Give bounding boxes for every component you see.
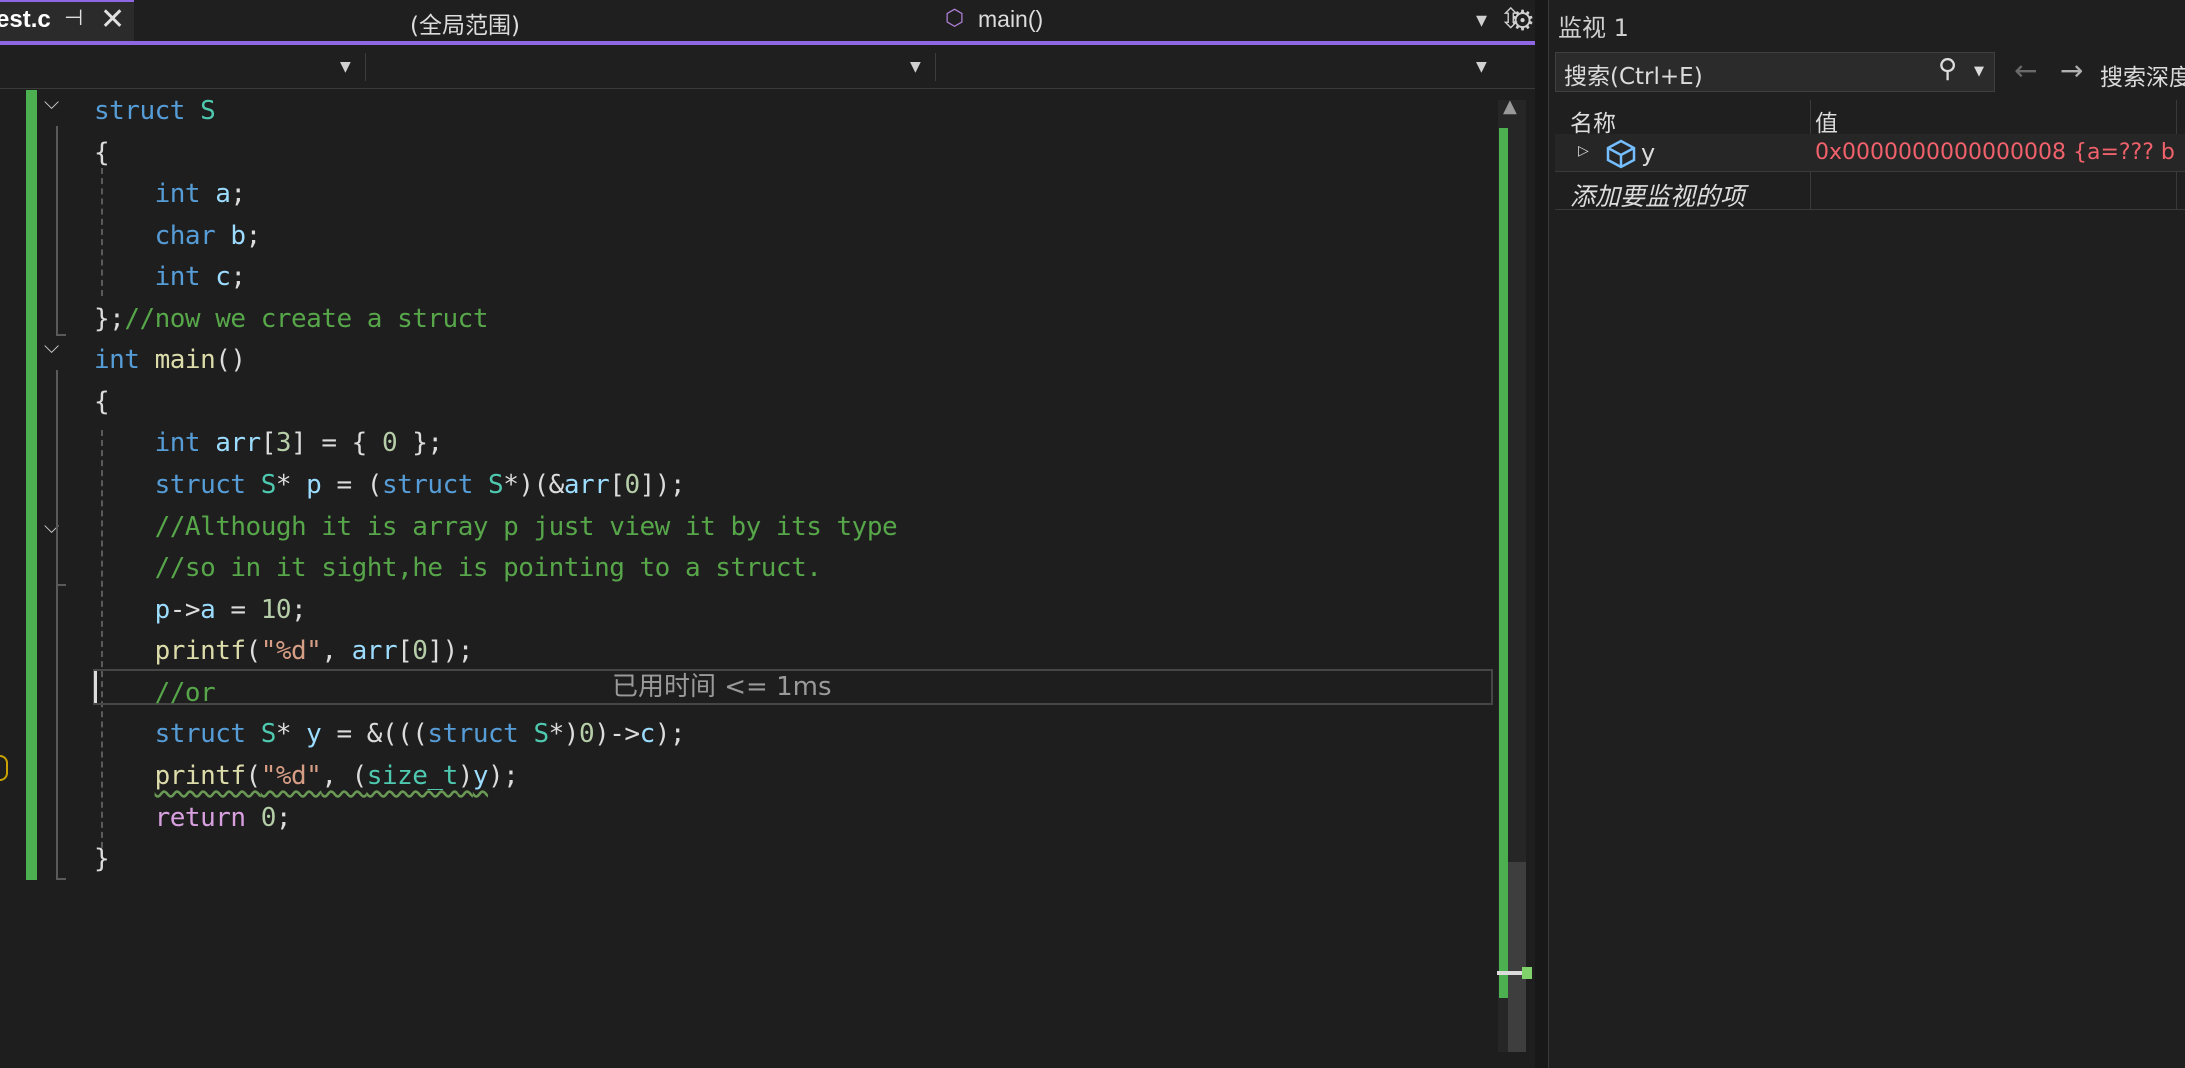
nav-separator [365,53,366,81]
code-line[interactable]: struct S* y = &(((struct S*)0)->c); [94,714,686,754]
outline-guide [56,878,66,880]
scrollbar-change-map [1499,128,1508,998]
code-line[interactable]: } [94,839,110,879]
add-watch-label[interactable]: 添加要监视的项 [1570,177,1745,213]
column-header-name[interactable]: 名称 [1570,104,1616,138]
column-header-value[interactable]: 值 [1815,104,1838,138]
code-line[interactable]: p->a = 10; [94,590,307,630]
code-line[interactable]: int main() [94,340,246,380]
outline-guide [56,550,58,584]
code-line[interactable]: printf("%d", arr[0]); [94,631,474,671]
member-label: main() [978,6,1044,32]
fold-toggle-icon[interactable]: ⌵ [44,90,59,114]
search-icon[interactable]: ⚲ [1938,54,1957,84]
breakpoint-marker[interactable] [0,755,8,781]
arrow-right-icon[interactable]: → [2060,54,2083,87]
scroll-up-icon[interactable]: ▲ [1503,96,1517,117]
scope-label: (全局范围) [410,13,520,39]
code-line[interactable]: int c; [94,257,246,297]
variable-icon [1606,139,1636,169]
scrollbar-change-marker [1522,967,1532,979]
tab-title[interactable]: est.c [0,6,51,34]
watch-row-name: y [1641,139,1656,167]
scope-dropdown[interactable]: ▼ [370,49,930,83]
code-line[interactable]: //so in it sight,he is pointing to a str… [94,548,822,588]
code-line[interactable]: return 0; [94,798,292,838]
chevron-down-icon: ▼ [340,59,351,75]
change-tracking-bar [26,90,37,880]
scrollbar-caret-marker [1497,971,1525,975]
arrow-left-icon[interactable]: ← [2014,54,2037,87]
method-cube-icon: ⬡ [945,6,965,31]
code-line[interactable]: { [94,382,110,422]
code-line[interactable]: struct S [94,91,216,131]
search-depth-label[interactable]: 搜索深度 [2100,58,2185,92]
chevron-down-icon: ▼ [1476,59,1487,75]
code-line[interactable]: //or [94,673,216,713]
watch-grid-header [1555,100,2185,135]
watch-panel-title: 监视 1 [1558,14,1629,42]
code-line[interactable]: printf("%d", (size_t)y); [94,756,519,796]
outline-guide [56,370,58,878]
chevron-down-icon: ▼ [910,59,921,75]
scrollbar-thumb[interactable] [1508,862,1526,1052]
code-line[interactable]: char b; [94,216,262,256]
code-line[interactable]: { [94,133,110,173]
member-dropdown[interactable]: ▼ [940,49,1495,83]
outline-guide [56,334,66,336]
chevron-down-icon[interactable]: ▾ [1476,8,1487,33]
document-tab-strip [0,0,1535,44]
pin-icon[interactable]: ⊣ [64,6,83,31]
watch-row-value[interactable]: 0x0000000000000008 {a=??? b=??? c=??? } [1815,140,2175,165]
code-line[interactable]: int a; [94,174,246,214]
panel-splitter[interactable] [1535,0,1548,1068]
perf-tip: 已用时间 <= 1ms [612,672,832,702]
code-line[interactable]: };//now we create a struct [94,299,488,339]
expand-arrow-icon[interactable]: ▷ [1578,143,1589,159]
split-editor-icon[interactable]: ⇳ [1499,2,1522,35]
search-placeholder[interactable]: 搜索(Ctrl+E) [1564,57,1703,91]
code-line[interactable]: struct S* p = (struct S*)(&arr[0]); [94,465,686,505]
outline-guide [56,584,66,586]
code-line[interactable]: //Although it is array p just view it by… [94,507,898,547]
chevron-down-icon[interactable]: ▼ [1974,64,1984,79]
navigation-bar: ▼ ▼ ▼ [0,45,1535,89]
outline-guide [56,126,58,334]
code-line[interactable]: int arr[3] = { 0 }; [94,423,443,463]
project-dropdown[interactable]: ▼ [0,49,360,83]
nav-separator [935,53,936,81]
close-icon[interactable]: ✕ [100,2,125,37]
fold-toggle-icon[interactable]: ⌵ [44,334,59,358]
